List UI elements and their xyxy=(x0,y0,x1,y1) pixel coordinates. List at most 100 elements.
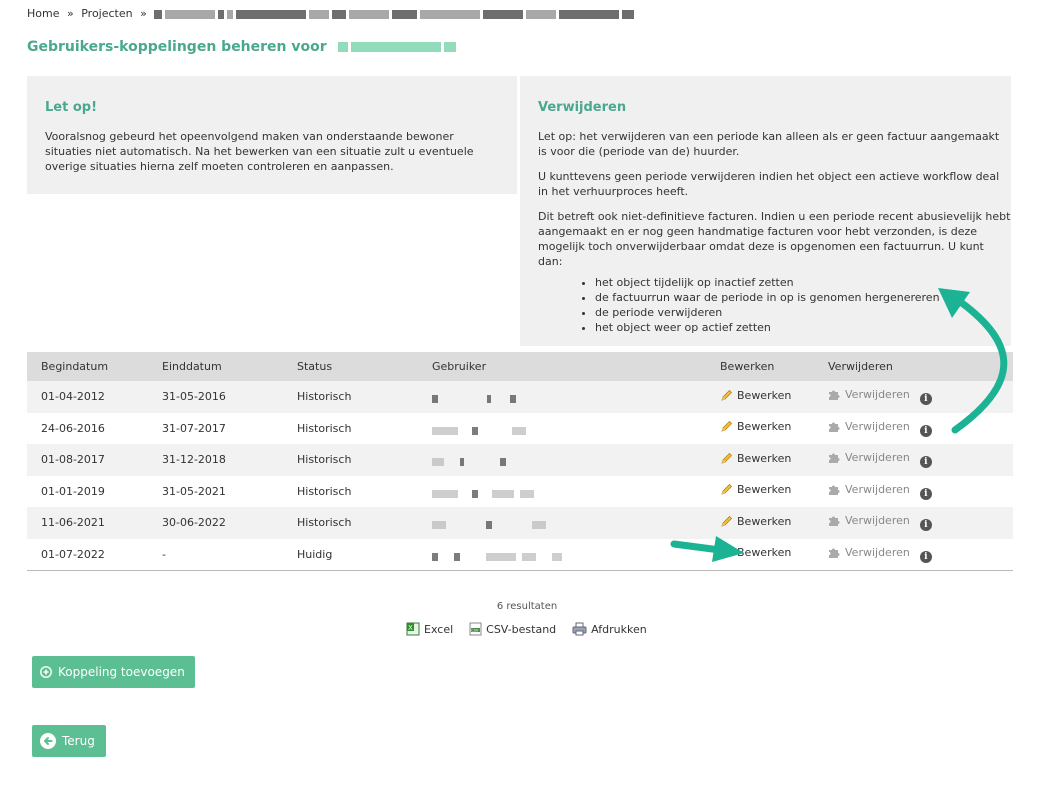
table-row: 01-07-2022- Huidig Bewerken Verwijderen i xyxy=(27,538,1013,571)
remove-step: het object tijdelijk op inactief zetten xyxy=(595,275,1011,290)
export-print-link[interactable]: Afdrukken xyxy=(572,622,647,636)
plus-circle-icon xyxy=(40,666,52,678)
edit-link[interactable]: Bewerken xyxy=(720,515,791,528)
breadcrumb-redacted-project xyxy=(154,7,637,20)
add-link-button[interactable]: Koppeling toevoegen xyxy=(32,656,195,688)
edit-link[interactable]: Bewerken xyxy=(720,546,791,559)
cell-status: Historisch xyxy=(297,421,352,435)
cell-enddate: 30-06-2022 xyxy=(162,507,297,539)
remove-info-paragraph: U kunttevens geen periode verwijderen in… xyxy=(538,170,1000,198)
export-excel-link[interactable]: X Excel xyxy=(406,622,453,636)
breadcrumb-projects[interactable]: Projecten xyxy=(81,7,132,20)
puzzle-icon xyxy=(828,514,841,527)
cell-startdate: 01-04-2012 xyxy=(27,381,162,413)
puzzle-icon xyxy=(828,546,841,559)
cell-user-redacted xyxy=(432,413,720,445)
user-links-table: Begindatum Einddatum Status Gebruiker Be… xyxy=(27,352,1013,571)
breadcrumb: Home » Projecten » xyxy=(27,7,637,20)
notice-text: Vooralsnog gebeurd het opeenvolgend make… xyxy=(45,130,474,173)
column-header-enddate[interactable]: Einddatum xyxy=(162,352,297,381)
cell-user-redacted xyxy=(432,476,720,508)
column-header-delete: Verwijderen xyxy=(828,352,1013,381)
cell-status: Historisch xyxy=(297,381,432,413)
cell-user-redacted xyxy=(432,507,720,539)
export-csv-link[interactable]: CSV CSV-bestand xyxy=(469,622,556,636)
results-count: 6 resultaten xyxy=(496,601,558,612)
info-icon[interactable]: i xyxy=(919,550,932,563)
info-icon[interactable]: i xyxy=(919,519,932,532)
printer-icon xyxy=(572,622,587,636)
puzzle-icon xyxy=(828,388,841,401)
cell-user-redacted xyxy=(432,444,720,476)
cell-enddate: 31-05-2016 xyxy=(162,381,297,413)
pencil-icon xyxy=(720,483,733,496)
remove-steps-list: het object tijdelijk op inactief zetten … xyxy=(595,275,1011,335)
column-header-startdate[interactable]: Begindatum xyxy=(27,352,162,381)
cell-status: Historisch xyxy=(297,484,352,498)
remove-step: het object weer op actief zetten xyxy=(595,320,1011,335)
remove-info-panel: Verwijderen Let op: het verwijderen van … xyxy=(520,76,1011,346)
column-header-user[interactable]: Gebruiker xyxy=(432,352,720,381)
puzzle-icon xyxy=(828,451,841,464)
delete-link[interactable]: Verwijderen xyxy=(828,420,910,433)
cell-startdate: 01-07-2022 xyxy=(27,538,162,571)
cell-user-redacted xyxy=(432,381,720,413)
info-icon[interactable]: i xyxy=(919,487,932,500)
cell-status: Historisch xyxy=(297,444,432,476)
svg-text:CSV: CSV xyxy=(471,628,479,632)
delete-link[interactable]: Verwijderen xyxy=(828,388,910,401)
breadcrumb-separator: » xyxy=(140,7,147,20)
cell-startdate: 11-06-2021 xyxy=(27,507,162,539)
edit-link[interactable]: Bewerken xyxy=(720,483,791,496)
column-header-status[interactable]: Status xyxy=(297,352,432,381)
info-icon[interactable]: i xyxy=(919,456,932,469)
remove-info-paragraph: Dit betreft ook niet-definitieve facture… xyxy=(538,210,1011,268)
delete-link[interactable]: Verwijderen xyxy=(828,514,910,527)
cell-user-redacted xyxy=(432,538,720,571)
table-row: 01-04-2012 31-05-2016 Historisch Bewerken Ve… xyxy=(27,381,1013,413)
page-title: Gebruikers-koppelingen beheren voor xyxy=(27,39,459,55)
table-row: 11-06-2021 30-06-2022 Historisch Bewerken Ve… xyxy=(27,507,1013,539)
pencil-icon xyxy=(720,389,733,402)
pencil-icon xyxy=(720,546,733,559)
breadcrumb-separator: » xyxy=(66,7,74,20)
export-bar: X Excel CSV CSV-bestand Afdrukken xyxy=(406,622,647,636)
arrow-left-circle-icon xyxy=(40,733,56,749)
cell-enddate: 31-05-2021 xyxy=(162,484,226,498)
delete-link[interactable]: Verwijderen xyxy=(828,483,910,496)
delete-link[interactable]: Verwijderen xyxy=(828,451,910,464)
edit-link[interactable]: Bewerken xyxy=(720,389,791,402)
table-row: 01-08-2017 31-12-2018 Historisch Bewerken Ve… xyxy=(27,444,1013,476)
edit-link[interactable]: Bewerken xyxy=(720,452,791,465)
cell-enddate: 31-07-2017 xyxy=(162,421,226,435)
back-button[interactable]: Terug xyxy=(32,725,106,757)
cell-status: Huidig xyxy=(297,538,432,571)
column-header-edit: Bewerken xyxy=(720,352,828,381)
svg-text:X: X xyxy=(408,624,413,632)
remove-step: de factuurrun waar de periode in op is g… xyxy=(595,290,1011,305)
remove-info-paragraph: Let op: het verwijderen van een periode … xyxy=(538,130,1000,158)
cell-startdate: 01-01-2019 xyxy=(41,484,105,498)
table-row: 24-06-2016 31-07-2017 Historisch Bewerken Ve… xyxy=(27,413,1013,445)
delete-link[interactable]: Verwijderen xyxy=(828,546,910,559)
info-icon[interactable]: i xyxy=(919,424,932,437)
cell-startdate: 24-06-2016 xyxy=(41,421,105,435)
puzzle-icon xyxy=(828,420,841,433)
cell-startdate: 01-08-2017 xyxy=(27,444,162,476)
pencil-icon xyxy=(720,420,733,433)
puzzle-icon xyxy=(828,483,841,496)
excel-icon: X xyxy=(406,622,420,636)
table-row: 01-01-2019 31-05-2021 Historisch Bewerken Ve… xyxy=(27,476,1013,508)
remove-info-heading: Verwijderen xyxy=(538,100,627,115)
csv-icon: CSV xyxy=(469,622,482,636)
notice-heading: Let op! xyxy=(45,100,98,115)
cell-enddate: - xyxy=(162,538,297,571)
cell-status: Historisch xyxy=(297,507,432,539)
breadcrumb-home[interactable]: Home xyxy=(27,7,59,20)
edit-link[interactable]: Bewerken xyxy=(720,420,791,433)
pencil-icon xyxy=(720,515,733,528)
info-icon[interactable]: i xyxy=(919,393,932,406)
pencil-icon xyxy=(720,452,733,465)
cell-enddate: 31-12-2018 xyxy=(162,444,297,476)
notice-panel: Let op! Vooralsnog gebeurd het opeenvolg… xyxy=(27,76,517,194)
